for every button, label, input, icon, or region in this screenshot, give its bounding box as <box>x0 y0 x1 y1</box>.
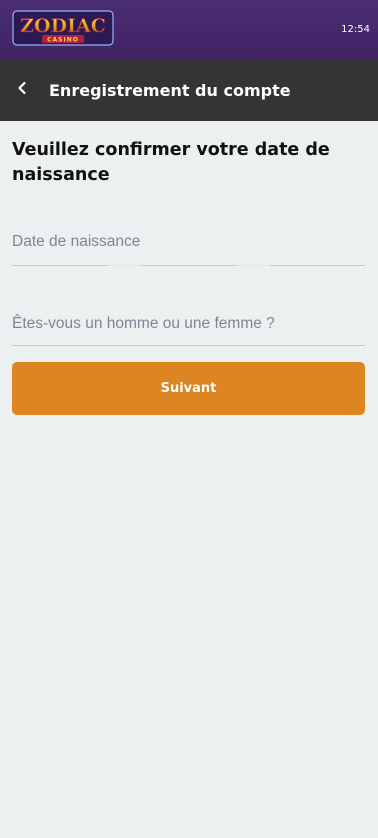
svg-text:ZODIAC: ZODIAC <box>20 15 106 37</box>
gender-select[interactable]: Êtes-vous un homme ou une femme ? <box>12 305 365 346</box>
form-heading: Veuillez confirmer votre date de naissan… <box>12 140 330 185</box>
page-nav-bar: Enregistrement du compte <box>0 60 378 121</box>
back-button[interactable] <box>2 60 42 121</box>
gender-label: Êtes-vous un homme ou une femme ? <box>12 315 275 332</box>
app-header: ZODIAC CASINO 12:54 <box>0 0 378 60</box>
birthdate-year-input[interactable] <box>270 265 365 266</box>
birthdate-day-input[interactable] <box>12 265 108 266</box>
chevron-left-icon <box>17 81 27 100</box>
date-separator <box>237 265 270 266</box>
svg-text:CASINO: CASINO <box>47 37 79 44</box>
zodiac-casino-logo[interactable]: ZODIAC CASINO <box>12 10 114 46</box>
birthdate-label: Date de naissance <box>12 233 141 250</box>
next-button[interactable]: Suivant <box>12 362 365 415</box>
date-separator <box>108 265 141 266</box>
birthdate-field <box>12 265 365 267</box>
birthdate-month-input[interactable] <box>141 265 237 266</box>
page-title: Enregistrement du compte <box>49 81 291 100</box>
registration-form: Veuillez confirmer votre date de naissan… <box>12 121 365 415</box>
status-time: 12:54 <box>341 24 370 35</box>
